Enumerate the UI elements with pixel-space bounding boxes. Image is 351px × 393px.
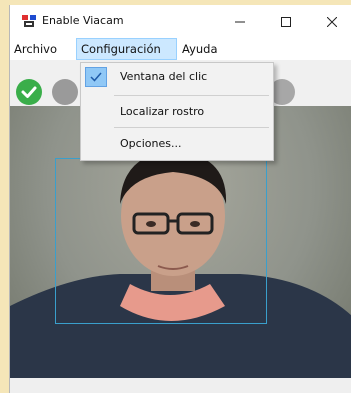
menu-item-label: Opciones... <box>120 137 182 150</box>
check-icon <box>21 86 37 98</box>
gray-circle-icon[interactable] <box>52 79 78 105</box>
configuracion-dropdown: Ventana del clic Localizar rostro Opcion… <box>80 62 274 161</box>
menu-separator <box>114 127 269 128</box>
app-icon <box>22 15 36 27</box>
maximize-icon <box>281 16 291 27</box>
menu-item-label: Ventana del clic <box>120 70 208 83</box>
menu-separator <box>114 95 269 96</box>
close-button[interactable] <box>309 5 351 38</box>
maximize-button[interactable] <box>263 5 309 38</box>
app-window: Enable Viacam Archivo Configuración Ayud… <box>9 5 351 393</box>
menu-bar: Archivo Configuración Ayuda <box>10 38 351 60</box>
enable-button[interactable] <box>16 79 42 105</box>
menu-archivo[interactable]: Archivo <box>10 38 76 60</box>
menu-item-label: Localizar rostro <box>120 105 205 118</box>
menu-configuracion[interactable]: Configuración <box>76 38 177 60</box>
menu-item-ventana-del-clic[interactable]: Ventana del clic <box>81 64 273 90</box>
checkmark-icon <box>90 72 102 82</box>
checked-indicator <box>85 67 107 87</box>
window-title: Enable Viacam <box>42 14 124 27</box>
title-bar[interactable]: Enable Viacam <box>10 5 351 38</box>
status-bar <box>10 378 351 393</box>
close-icon <box>327 16 337 27</box>
face-detection-box <box>55 158 267 324</box>
minimize-button[interactable] <box>217 5 263 38</box>
menu-item-localizar-rostro[interactable]: Localizar rostro <box>81 99 273 125</box>
menu-ayuda[interactable]: Ayuda <box>178 38 228 60</box>
minimize-icon <box>235 21 245 22</box>
menu-item-opciones[interactable]: Opciones... <box>81 131 273 157</box>
